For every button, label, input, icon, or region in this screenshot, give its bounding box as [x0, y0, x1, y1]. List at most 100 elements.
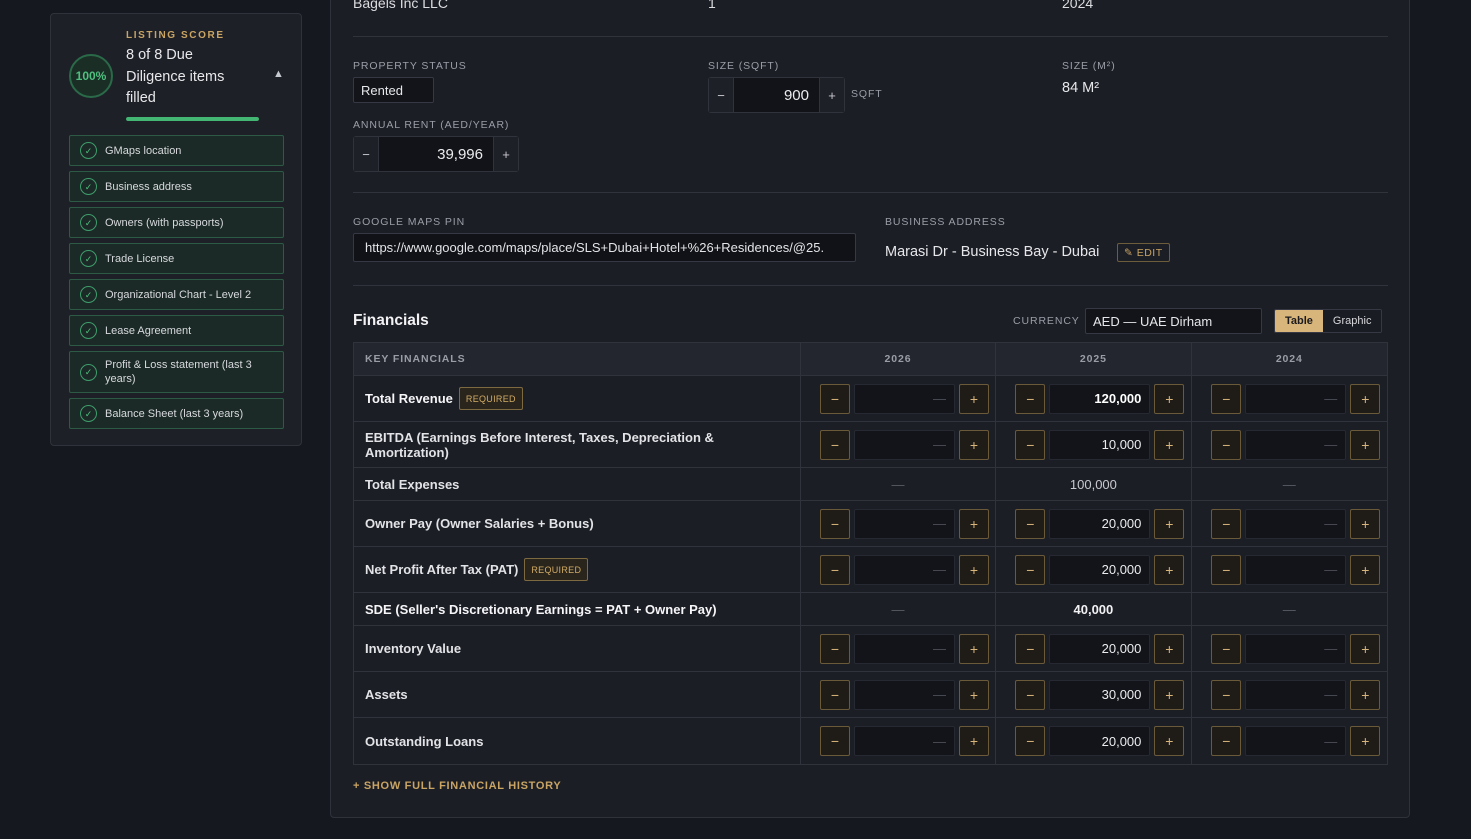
decrement-button[interactable]: − — [709, 78, 733, 112]
view-graphic-button[interactable]: Graphic — [1322, 310, 1382, 332]
value-input-2025[interactable]: 20,000 — [1049, 726, 1151, 756]
increment-button[interactable]: + — [1350, 679, 1381, 710]
decrement-button[interactable]: − — [1015, 554, 1046, 585]
decrement-button[interactable]: − — [1211, 679, 1242, 710]
gmaps-pin-input[interactable]: https://www.google.com/maps/place/SLS+Du… — [353, 233, 856, 262]
decrement-button[interactable]: − — [1211, 508, 1242, 539]
value-input-2026[interactable]: — — [853, 726, 955, 756]
checklist-item-org-chart[interactable]: ✓ Organizational Chart - Level 2 — [69, 279, 284, 310]
value-input-2025[interactable]: 20,000 — [1049, 508, 1151, 539]
checklist-item-gmaps[interactable]: ✓ GMaps location — [69, 135, 284, 166]
value-input-2025[interactable]: 20,000 — [1049, 554, 1151, 585]
decrement-button[interactable]: − — [1015, 508, 1046, 539]
annual-rent-input[interactable]: 39,996 — [378, 137, 494, 171]
increment-button[interactable]: + — [1350, 508, 1381, 539]
value-input-2024[interactable]: — — [1245, 679, 1347, 710]
view-table-button[interactable]: Table — [1275, 310, 1323, 332]
value-input-2026[interactable]: — — [853, 633, 955, 664]
decrement-button[interactable]: − — [1211, 726, 1242, 756]
decrement-button[interactable]: − — [819, 383, 850, 414]
value-input-2024[interactable]: — — [1245, 508, 1347, 539]
increment-button[interactable]: + — [958, 726, 989, 756]
decrement-button[interactable]: − — [819, 554, 850, 585]
increment-button[interactable]: + — [958, 508, 989, 539]
decrement-button[interactable]: − — [819, 633, 850, 664]
increment-button[interactable]: + — [1350, 554, 1381, 585]
checklist-item-business-address[interactable]: ✓ Business address — [69, 171, 284, 202]
increment-button[interactable]: + — [1154, 508, 1185, 539]
decrement-button[interactable]: − — [819, 429, 850, 460]
increment-button[interactable]: + — [958, 633, 989, 664]
increment-button[interactable]: + — [1154, 383, 1185, 414]
decrement-button[interactable]: − — [1015, 633, 1046, 664]
increment-button[interactable]: + — [958, 679, 989, 710]
checklist-item-owners[interactable]: ✓ Owners (with passports) — [69, 207, 284, 238]
size-sqft-input[interactable]: 900 — [733, 78, 820, 112]
stepper-2026: − — + — [807, 429, 989, 460]
increment-button[interactable]: + — [1350, 383, 1381, 414]
value-input-2025[interactable]: 20,000 — [1049, 633, 1151, 664]
currency-select[interactable]: AED — UAE Dirham — [1085, 308, 1262, 334]
increment-button[interactable]: + — [494, 137, 518, 171]
decrement-button[interactable]: − — [1211, 429, 1242, 460]
collapse-chevron-icon[interactable]: ▲ — [273, 68, 284, 80]
checklist-item-balance-sheet[interactable]: ✓ Balance Sheet (last 3 years) — [69, 398, 284, 429]
value-input-2025[interactable]: 30,000 — [1049, 679, 1151, 710]
value-input-2025[interactable]: 10,000 — [1049, 429, 1151, 460]
computed-value-2026: — — [891, 601, 905, 617]
value-input-2024[interactable]: — — [1245, 429, 1347, 460]
value-input-2025[interactable]: 120,000 — [1049, 383, 1151, 414]
decrement-button[interactable]: − — [819, 679, 850, 710]
value-input-2026[interactable]: — — [853, 679, 955, 710]
value-input-2024[interactable]: — — [1245, 633, 1347, 664]
decrement-button[interactable]: − — [1211, 554, 1242, 585]
table-row-ebitda: EBITDA (Earnings Before Interest, Taxes,… — [354, 422, 1387, 468]
listing-detail-panel: Bagels Inc LLC 1 2024 PROPERTY STATUS Re… — [330, 0, 1410, 818]
value-input-2026[interactable]: — — [853, 383, 955, 414]
value-input-2026[interactable]: — — [853, 554, 955, 585]
size-sqft-stepper[interactable]: − 900 + — [708, 77, 845, 113]
increment-button[interactable]: + — [1154, 554, 1185, 585]
due-diligence-checklist: ✓ GMaps location ✓ Business address ✓ Owner… — [69, 135, 284, 434]
increment-button[interactable]: + — [958, 429, 989, 460]
score-kicker: LISTING SCORE — [126, 30, 225, 41]
increment-button[interactable]: + — [1350, 726, 1381, 756]
decrement-button[interactable]: − — [1015, 429, 1046, 460]
decrement-button[interactable]: − — [354, 137, 378, 171]
increment-button[interactable]: + — [958, 383, 989, 414]
value-input-2024[interactable]: — — [1245, 726, 1347, 756]
checklist-item-trade-license[interactable]: ✓ Trade License — [69, 243, 284, 274]
currency-label: CURRENCY — [1013, 315, 1080, 327]
table-row-total-expenses: Total Expenses — 100,000 — — [354, 468, 1387, 501]
computed-value-2025: 100,000 — [1069, 476, 1117, 492]
increment-button[interactable]: + — [820, 78, 844, 112]
decrement-button[interactable]: − — [819, 726, 850, 756]
decrement-button[interactable]: − — [1211, 633, 1242, 664]
value-input-2026[interactable]: — — [853, 508, 955, 539]
listing-score-card: 100% LISTING SCORE 8 of 8 Due Diligence … — [50, 13, 302, 446]
decrement-button[interactable]: − — [819, 508, 850, 539]
value-input-2024[interactable]: — — [1245, 554, 1347, 585]
checklist-item-lease[interactable]: ✓ Lease Agreement — [69, 315, 284, 346]
value-input-2024[interactable]: — — [1245, 383, 1347, 414]
increment-button[interactable]: + — [1154, 633, 1185, 664]
increment-button[interactable]: + — [1350, 633, 1381, 664]
increment-button[interactable]: + — [1154, 679, 1185, 710]
decrement-button[interactable]: − — [1015, 383, 1046, 414]
edit-address-button[interactable]: ✎ EDIT — [1117, 243, 1170, 262]
increment-button[interactable]: + — [958, 554, 989, 585]
decrement-button[interactable]: − — [1211, 383, 1242, 414]
increment-button[interactable]: + — [1154, 429, 1185, 460]
checklist-item-pnl[interactable]: ✓ Profit & Loss statement (last 3 years) — [69, 351, 284, 393]
property-status-select[interactable]: Rented — [353, 77, 434, 103]
stepper-2024: − — + — [1198, 679, 1381, 710]
stepper-2024: − — + — [1198, 554, 1381, 585]
increment-button[interactable]: + — [1154, 726, 1185, 756]
value-input-2026[interactable]: — — [853, 429, 955, 460]
decrement-button[interactable]: − — [1015, 726, 1046, 756]
increment-button[interactable]: + — [1350, 429, 1381, 460]
decrement-button[interactable]: − — [1015, 679, 1046, 710]
show-full-history-link[interactable]: + SHOW FULL FINANCIAL HISTORY — [353, 780, 561, 792]
annual-rent-stepper[interactable]: − 39,996 + — [353, 136, 519, 172]
checklist-item-label: Trade License — [105, 252, 175, 265]
